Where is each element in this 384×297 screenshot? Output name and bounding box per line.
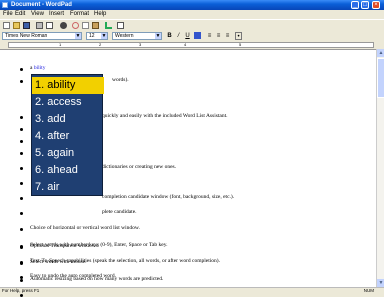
bullet-icon [20, 182, 23, 185]
save-disk-icon[interactable] [23, 22, 30, 29]
scroll-down-arrow-icon[interactable]: ▼ [377, 279, 384, 287]
document-line: dictionaries or creating new ones. [102, 164, 177, 170]
menu-insert[interactable]: Insert [49, 10, 64, 19]
ruler-label: 2 [99, 42, 102, 47]
bullets-icon[interactable]: • [235, 32, 242, 40]
font-size-select[interactable]: 12 ▼ [86, 32, 108, 40]
format-toolbar: Times New Roman ▼ 12 ▼ Western ▼ B / U ≡… [0, 30, 384, 41]
menu-file[interactable]: File [3, 10, 13, 19]
document-line: Easy to undo the auto completed word. [30, 273, 116, 279]
font-name-value: Times New Roman [5, 33, 48, 39]
document-line: words). [112, 77, 129, 83]
candidate-item[interactable]: 1. ability [32, 77, 104, 94]
wordpad-app-icon[interactable] [2, 2, 8, 8]
font-name-select[interactable]: Times New Roman ▼ [2, 32, 82, 40]
document-line: quickly and easily with the included Wor… [102, 113, 228, 119]
typed-word: bility [33, 65, 46, 71]
document-line: Choice of horizontal or vertical word li… [30, 225, 140, 231]
chevron-down-icon[interactable]: ▼ [101, 33, 107, 39]
minimize-button[interactable]: _ [351, 1, 359, 9]
font-color-icon[interactable] [194, 32, 201, 39]
document-line: Optional Transparent windows. [30, 243, 100, 249]
standard-toolbar [0, 19, 384, 30]
italic-button[interactable]: / [175, 32, 182, 40]
candidate-item[interactable]: 4. after [32, 128, 104, 145]
status-bar: For Help, press F1 NUM [0, 287, 384, 293]
ruler-label: 3 [139, 42, 142, 47]
document-line: Text-To-Speech capabilities (speak the s… [30, 258, 220, 264]
bullet-icon [20, 197, 23, 200]
copy-icon[interactable] [82, 22, 89, 29]
document-line: a bility [30, 65, 46, 71]
candidate-item[interactable]: 2. access [32, 94, 104, 111]
cut-scissors-icon[interactable] [72, 22, 79, 29]
word-completion-popup[interactable]: 1. ability 2. access 3. add 4. after 5. … [31, 74, 104, 196]
ruler: 1 2 3 4 5 [0, 41, 384, 49]
status-num-lock: NUM [363, 288, 374, 293]
document-line: completion candidate window (font, backg… [102, 194, 235, 200]
paste-clipboard-icon[interactable] [92, 22, 99, 29]
bullet-icon [20, 128, 23, 131]
ruler-strip[interactable]: 1 2 3 4 5 [8, 42, 374, 48]
ruler-label: 1 [59, 42, 62, 47]
bullet-icon [20, 212, 23, 215]
menu-help[interactable]: Help [94, 10, 106, 19]
ruler-label: 5 [239, 42, 242, 47]
new-document-icon[interactable] [3, 22, 10, 29]
maximize-button[interactable]: □ [361, 1, 369, 9]
align-center-icon[interactable]: ≡ [215, 32, 222, 40]
print-preview-icon[interactable] [46, 22, 53, 29]
bullet-icon [20, 167, 23, 170]
close-button[interactable]: × [372, 1, 380, 9]
title-bar: Document - WordPad _ □ × [0, 0, 384, 10]
align-left-icon[interactable]: ≡ [206, 32, 213, 40]
chevron-down-icon[interactable]: ▼ [155, 33, 161, 39]
date-time-icon[interactable] [117, 22, 124, 29]
scroll-up-arrow-icon[interactable]: ▲ [377, 49, 384, 57]
bullet-icon [20, 80, 23, 83]
menu-view[interactable]: View [31, 10, 44, 19]
ruler-label: 4 [184, 42, 187, 47]
vertical-scrollbar[interactable]: ▲ ▼ [376, 49, 384, 287]
candidate-item[interactable]: 6. ahead [32, 162, 104, 179]
bullet-icon [20, 116, 23, 119]
font-size-value: 12 [89, 33, 95, 39]
bullet-icon [20, 140, 23, 143]
menu-bar: File Edit View Insert Format Help [0, 10, 384, 19]
window-title: Document - WordPad [11, 2, 72, 8]
print-icon[interactable] [36, 22, 43, 29]
candidate-item[interactable]: 5. again [32, 145, 104, 162]
status-help-text: For Help, press F1 [2, 288, 40, 293]
open-folder-icon[interactable] [13, 22, 20, 29]
candidate-item[interactable]: 3. add [32, 111, 104, 128]
align-right-icon[interactable]: ≡ [224, 32, 231, 40]
document-line: plete candidate. [102, 209, 137, 215]
menu-format[interactable]: Format [70, 10, 89, 19]
underline-button[interactable]: U [184, 32, 191, 40]
bullet-icon [20, 152, 23, 155]
script-value: Western [115, 33, 134, 39]
script-select[interactable]: Western ▼ [112, 32, 162, 40]
chevron-down-icon[interactable]: ▼ [75, 33, 81, 39]
find-binoculars-icon[interactable] [60, 22, 67, 29]
scroll-thumb[interactable] [377, 58, 384, 98]
menu-edit[interactable]: Edit [15, 10, 25, 19]
bold-button[interactable]: B [166, 32, 173, 40]
undo-icon[interactable] [105, 22, 112, 29]
candidate-item[interactable]: 7. air [32, 179, 104, 196]
